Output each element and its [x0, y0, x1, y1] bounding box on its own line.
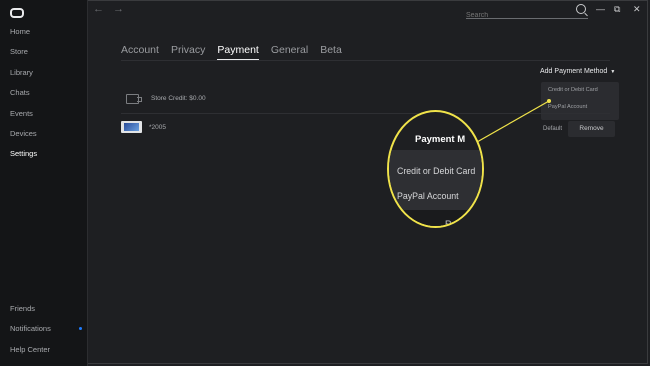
zoom-callout: Payment M Credit or Debit Card PayPal Ac… [387, 110, 484, 228]
callout-leader-line [469, 99, 551, 147]
zoom-bottom-strip [389, 210, 482, 226]
zoom-item-credit-card: Credit or Debit Card [397, 166, 476, 176]
zoom-header-text: Payment M [415, 134, 466, 145]
zoom-item-paypal: PayPal Account [397, 191, 459, 201]
